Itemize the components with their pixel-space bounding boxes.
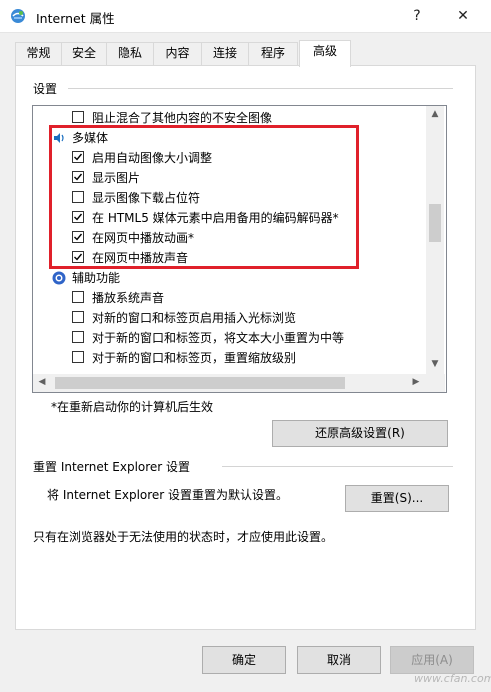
list-item[interactable]: 对于新的窗口和标签页，将文本大小重置为中等: [33, 328, 427, 348]
restart-note: *在重新启动你的计算机后生效: [51, 400, 214, 414]
list-item-label: 在网页中播放声音: [92, 251, 189, 265]
tab-programs[interactable]: 程序: [248, 42, 298, 65]
vertical-scroll-thumb[interactable]: [429, 204, 441, 242]
list-item[interactable]: 在网页中播放声音: [33, 248, 427, 268]
list-item[interactable]: 启用自动图像大小调整: [33, 148, 427, 168]
list-item[interactable]: 在 HTML5 媒体元素中启用备用的编码解码器*: [33, 208, 427, 228]
list-item[interactable]: 显示图片: [33, 168, 427, 188]
apply-button[interactable]: 应用(A): [390, 646, 474, 674]
tab-advanced[interactable]: 高级: [299, 40, 351, 67]
horizontal-scrollbar[interactable]: ◀ ▶: [33, 374, 427, 392]
tab-label: 高级: [312, 44, 337, 58]
watermark: www.cfan.com.cn: [414, 672, 491, 685]
window-title: Internet 属性: [36, 11, 115, 26]
title-bar: Internet 属性 ? ✕: [0, 0, 491, 33]
help-button[interactable]: ?: [394, 0, 440, 32]
scroll-right-icon[interactable]: ▶: [407, 377, 425, 387]
tab-general[interactable]: 常规: [15, 42, 62, 65]
reset-heading: 重置 Internet Explorer 设置: [33, 460, 191, 474]
ok-button[interactable]: 确定: [202, 646, 286, 674]
checkbox-reset-text-size[interactable]: [72, 331, 84, 343]
checkbox-show-placeholders[interactable]: [72, 191, 84, 203]
list-item[interactable]: 对于新的窗口和标签页，重置缩放级别: [33, 348, 427, 368]
reset-button[interactable]: 重置(S)...: [345, 485, 449, 512]
restore-advanced-button[interactable]: 还原高级设置(R): [272, 420, 448, 447]
multimedia-icon: [54, 133, 64, 143]
reset-description: 将 Internet Explorer 设置重置为默认设置。: [47, 488, 289, 502]
category-label: 辅助功能: [72, 271, 121, 285]
close-icon: ✕: [457, 8, 469, 24]
checkmark-icon: [74, 233, 83, 241]
tab-label: 连接: [212, 46, 237, 60]
list-item-label: 显示图像下载占位符: [92, 191, 201, 205]
list-item-label: 对新的窗口和标签页启用插入光标浏览: [92, 311, 297, 325]
vertical-scrollbar[interactable]: ▲ ▼: [426, 106, 444, 374]
list-item[interactable]: 显示图像下载占位符: [33, 188, 427, 208]
category-label: 多媒体: [72, 131, 109, 145]
list-item[interactable]: 播放系统声音: [33, 288, 427, 308]
checkmark-icon: [74, 153, 83, 161]
checkbox-block-mixed-images[interactable]: [72, 111, 84, 123]
scroll-left-icon[interactable]: ◀: [33, 377, 51, 387]
cancel-button[interactable]: 取消: [297, 646, 381, 674]
tab-label: 安全: [71, 46, 96, 60]
scrollbar-corner: [427, 374, 445, 392]
help-icon: ?: [413, 8, 421, 24]
settings-label: 设置: [33, 82, 58, 96]
accessibility-icon: [52, 271, 66, 285]
list-item-label: 在 HTML5 媒体元素中启用备用的编码解码器*: [92, 211, 339, 225]
reset-hint: 只有在浏览器处于无法使用的状态时，才应使用此设置。: [33, 530, 334, 544]
checkbox-auto-image-resize[interactable]: [72, 151, 84, 163]
list-item[interactable]: 对新的窗口和标签页启用插入光标浏览: [33, 308, 427, 328]
checkbox-play-sounds[interactable]: [72, 251, 84, 263]
category-row: 辅助功能: [33, 268, 427, 288]
tab-label: 内容: [165, 46, 190, 60]
list-item-label: 阻止混合了其他内容的不安全图像: [92, 111, 273, 125]
checkbox-system-sounds[interactable]: [72, 291, 84, 303]
list-item-label: 播放系统声音: [92, 291, 165, 305]
internet-explorer-icon: [11, 9, 25, 23]
list-item-label: 显示图片: [92, 171, 141, 185]
settings-list[interactable]: 阻止混合了其他内容的不安全图像 多媒体 启用自动图像大小调整 显示图片 显示图像…: [32, 105, 447, 393]
tab-connections[interactable]: 连接: [201, 42, 249, 65]
checkbox-show-pictures[interactable]: [72, 171, 84, 183]
scroll-up-icon[interactable]: ▲: [426, 109, 444, 119]
checkmark-icon: [74, 253, 83, 261]
list-item-label: 对于新的窗口和标签页，重置缩放级别: [92, 351, 297, 365]
checkmark-icon: [74, 173, 83, 181]
list-item-label: 在网页中播放动画*: [92, 231, 195, 245]
tab-security[interactable]: 安全: [61, 42, 107, 65]
tab-content[interactable]: 内容: [153, 42, 202, 65]
tab-label: 隐私: [117, 46, 142, 60]
scroll-down-icon[interactable]: ▼: [426, 359, 444, 369]
checkmark-icon: [74, 213, 83, 221]
list-item-label: 启用自动图像大小调整: [92, 151, 213, 165]
checkbox-html5-codecs[interactable]: [72, 211, 84, 223]
close-button[interactable]: ✕: [440, 0, 486, 32]
tab-privacy[interactable]: 隐私: [106, 42, 154, 65]
checkbox-play-animations[interactable]: [72, 231, 84, 243]
reset-divider: [222, 466, 453, 467]
tab-label: 常规: [26, 46, 51, 60]
horizontal-scroll-thumb[interactable]: [55, 377, 345, 389]
category-row: 多媒体: [33, 128, 427, 148]
tab-label: 程序: [260, 46, 285, 60]
list-item-label: 对于新的窗口和标签页，将文本大小重置为中等: [92, 331, 345, 345]
list-item[interactable]: 阻止混合了其他内容的不安全图像: [33, 108, 427, 128]
list-item[interactable]: 在网页中播放动画*: [33, 228, 427, 248]
settings-divider: [68, 88, 453, 89]
checkbox-caret-browsing[interactable]: [72, 311, 84, 323]
checkbox-reset-zoom[interactable]: [72, 351, 84, 363]
